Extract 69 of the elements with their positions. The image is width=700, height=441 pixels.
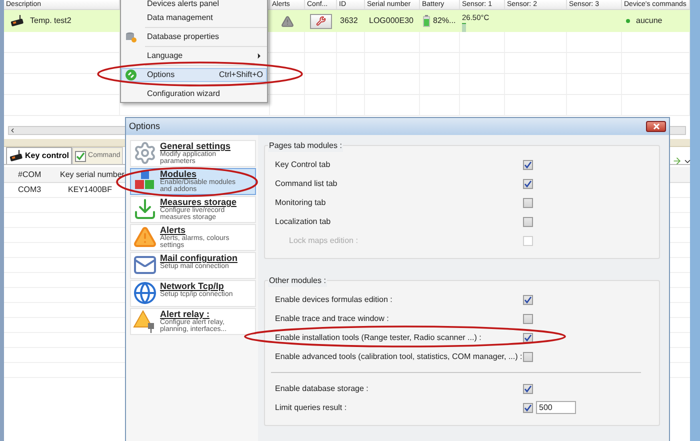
checkbox[interactable] xyxy=(523,384,533,394)
database-icon xyxy=(125,31,137,43)
checkbox[interactable] xyxy=(523,402,533,412)
sensor-bar-icon xyxy=(462,23,466,32)
checkbox[interactable] xyxy=(523,216,533,226)
checkbox[interactable] xyxy=(523,178,533,188)
menu-item[interactable]: Configuration wizard xyxy=(121,87,267,101)
option-label: Enable database storage : xyxy=(274,382,370,394)
option-label: Limit queries result : xyxy=(274,402,348,414)
option-label: Enable advanced tools (calibration tool, statistics, COM manager, ...) : xyxy=(274,350,523,362)
checkbox[interactable] xyxy=(523,332,533,342)
table-cell: COM3 xyxy=(18,185,42,194)
close-icon xyxy=(652,123,660,130)
nav-title: Network Tcp/Ip xyxy=(160,282,224,291)
checkbox[interactable] xyxy=(523,160,533,170)
column-header[interactable]: Key serial number xyxy=(60,170,124,178)
nav-title: Modules xyxy=(160,170,197,179)
warning-plug-icon xyxy=(133,309,157,333)
option-label: Monitoring tab xyxy=(274,196,327,208)
download-arrow-icon xyxy=(133,197,157,221)
option-label: Lock maps edition : xyxy=(288,234,359,246)
gears-icon xyxy=(133,141,157,165)
alert-icon xyxy=(281,14,294,28)
nav-title: Alerts xyxy=(160,226,186,235)
menu-item[interactable]: Data management xyxy=(121,11,267,25)
checkbox[interactable] xyxy=(523,352,533,362)
nav-title: Measures storage xyxy=(160,198,238,207)
table-cell: KEY1400BF xyxy=(68,185,112,194)
group-title: Other modules : xyxy=(268,275,327,287)
option-label: Enable devices formulas edition : xyxy=(274,294,394,306)
table-cell: 82%... xyxy=(433,15,456,27)
nav-title: General settings xyxy=(160,142,232,151)
option-label: Localization tab xyxy=(274,216,332,228)
options-icon xyxy=(125,69,137,81)
wrench-icon xyxy=(316,16,326,26)
menu-item[interactable]: Options Ctrl+Shift+O xyxy=(121,68,267,82)
scroll-left-icon[interactable] xyxy=(9,127,16,134)
menu-item[interactable]: Database properties xyxy=(121,30,267,44)
logger-device-icon xyxy=(9,150,23,162)
group-title: Pages tab modules : xyxy=(268,140,343,152)
table-cell: aucune xyxy=(636,15,662,27)
battery-icon xyxy=(423,15,430,27)
mail-icon xyxy=(133,253,157,277)
nav-title: Mail configuration xyxy=(160,254,238,263)
checked-box-icon xyxy=(75,150,86,162)
table-cell: LOG000E30 xyxy=(369,16,414,25)
table-cell: Temp. test2 xyxy=(30,15,72,27)
menu-item[interactable]: Devices alerts panel xyxy=(121,0,267,11)
submenu-arrow-icon xyxy=(255,52,263,60)
checkbox[interactable] xyxy=(523,314,533,324)
menu-item[interactable]: Language xyxy=(121,49,267,63)
checkbox[interactable] xyxy=(523,198,533,208)
close-button[interactable] xyxy=(646,121,666,132)
checkbox[interactable] xyxy=(523,294,533,304)
nav-title: Alert relay : xyxy=(160,310,210,319)
globe-icon xyxy=(133,281,157,305)
option-label: Enable installation tools (Range tester, Radio scanner ...) : xyxy=(274,332,482,344)
window-title: Options xyxy=(129,120,160,133)
column-header[interactable]: #COM xyxy=(18,170,42,178)
panel-tab[interactable]: Key control xyxy=(6,147,72,164)
option-label: Command list tab xyxy=(274,178,338,190)
option-label: Key Control tab xyxy=(274,158,332,170)
option-label: Enable trace and trace window : xyxy=(274,312,390,324)
limit-input-field[interactable]: 500 xyxy=(536,401,576,414)
shortcut-label: Ctrl+Shift+O xyxy=(218,69,263,81)
table-cell: 3632 xyxy=(340,16,358,25)
logger-device-icon xyxy=(10,15,24,27)
warning-icon xyxy=(133,225,157,249)
configure-button[interactable] xyxy=(310,14,332,28)
